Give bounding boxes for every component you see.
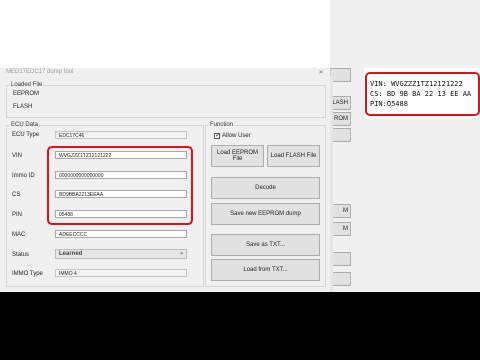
- ecu-type-field: EDC17C46: [55, 131, 187, 139]
- loaded-file-group-label: Loaded File: [10, 82, 44, 88]
- decode-button[interactable]: Decode: [211, 177, 320, 199]
- ecu-data-group-label: ECU Data: [10, 122, 40, 128]
- highlight-box-ecu-fields: [47, 146, 193, 225]
- background-button-1[interactable]: [330, 68, 351, 82]
- background-button-eeprom[interactable]: ROM: [330, 112, 351, 126]
- chevron-down-icon: ▾: [180, 251, 183, 257]
- load-flash-button[interactable]: Load FLASH File: [267, 145, 320, 167]
- desktop-screen: LASH ROM M M MED17EDC17 dump tool ✕ Load…: [0, 0, 480, 292]
- immo-type-label: IMMO Type: [12, 271, 43, 277]
- function-group-label: Function: [209, 122, 235, 128]
- allow-user-label: Allow User: [222, 133, 251, 139]
- immo-id-label: Immo ID: [12, 173, 35, 179]
- highlight-box-text: [365, 72, 480, 116]
- status-value: Learned: [59, 251, 83, 257]
- loaded-flash-label: FLASH: [13, 104, 33, 110]
- loaded-file-group: [6, 85, 326, 118]
- save-eeprom-button[interactable]: Save new EEPROM dump: [211, 203, 320, 225]
- background-button-7[interactable]: [330, 252, 351, 266]
- background-button-flash[interactable]: LASH: [330, 96, 351, 110]
- ecu-type-label: ECU Type: [12, 132, 40, 138]
- allow-user-checkbox[interactable]: ✓: [214, 133, 220, 139]
- immo-type-field: IMMO 4: [55, 269, 187, 277]
- background-app-panel: [330, 0, 480, 292]
- scrollbar[interactable]: [330, 76, 333, 292]
- status-label: Status: [12, 252, 30, 258]
- background-button-4[interactable]: [330, 128, 351, 142]
- loaded-eeprom-label: EEPROM: [13, 91, 40, 97]
- mac-field[interactable]: ADEECCCC: [55, 230, 187, 238]
- background-button-5[interactable]: M: [330, 204, 351, 218]
- cs-label: CS: [12, 192, 21, 198]
- load-eeprom-button[interactable]: Load EEPROM File: [211, 145, 264, 167]
- mac-label: MAC: [12, 232, 26, 238]
- background-button-8[interactable]: [330, 272, 351, 286]
- dialog-title: MED17EDC17 dump tool: [6, 69, 74, 75]
- load-txt-button[interactable]: Load from TXT...: [211, 259, 320, 281]
- pin-label: PIN: [12, 212, 23, 218]
- close-icon[interactable]: ✕: [318, 70, 324, 76]
- status-dropdown[interactable]: Learned ▾: [55, 249, 187, 259]
- save-txt-button[interactable]: Save as TXT...: [211, 234, 320, 256]
- vin-label: VIN: [12, 153, 23, 159]
- background-button-6[interactable]: M: [330, 222, 351, 236]
